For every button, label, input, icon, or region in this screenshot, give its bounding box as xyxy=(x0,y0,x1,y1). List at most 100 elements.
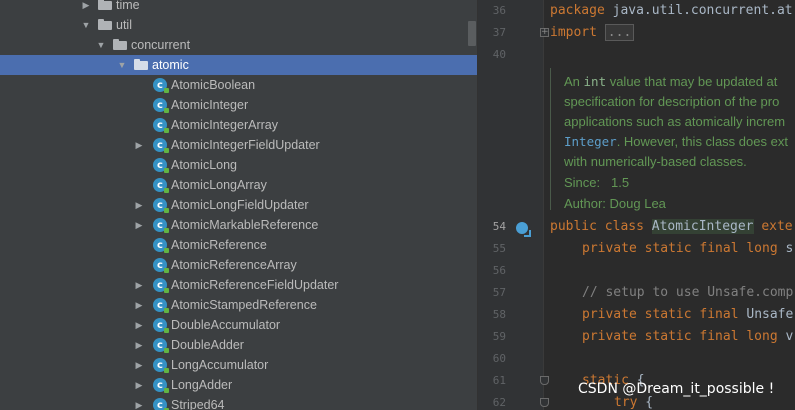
tree-item[interactable]: c AtomicLong xyxy=(0,155,477,175)
tree-item[interactable]: c AtomicBoolean xyxy=(0,75,477,95)
code-line-package: package java.util.concurrent.at xyxy=(550,0,793,22)
tree-item[interactable]: ▶ c AtomicStampedReference xyxy=(0,295,477,315)
tree-item-label: AtomicLongArray xyxy=(171,178,267,192)
identifier: s xyxy=(777,241,794,256)
doc-code: int xyxy=(583,74,607,89)
class-icon: c xyxy=(153,138,169,153)
code-editor[interactable]: 36 37 40 54 55 56 57 58 59 60 61 62 + pa… xyxy=(477,0,795,410)
tree-item[interactable]: c AtomicLongArray xyxy=(0,175,477,195)
tree-item-label: DoubleAccumulator xyxy=(171,318,281,332)
class-icon: c xyxy=(153,118,169,133)
class-icon: c xyxy=(153,278,169,293)
line-number: 54 xyxy=(492,220,506,233)
code-line-field: private static final Unsafe xyxy=(582,304,793,326)
tree-item-label: AtomicStampedReference xyxy=(171,298,317,312)
tree-item[interactable]: ▶ time xyxy=(0,0,477,15)
tree-item-label: Striped64 xyxy=(171,398,225,410)
rendered-javadoc: An int value that may be updated at spec… xyxy=(550,68,795,211)
tree-item[interactable]: ▼ util xyxy=(0,15,477,35)
class-icon: c xyxy=(153,238,169,253)
tree-item-label: AtomicLongFieldUpdater xyxy=(171,198,309,212)
chevron-right-icon[interactable]: ▶ xyxy=(133,395,145,410)
fold-marker-icon[interactable] xyxy=(540,398,549,407)
chevron-down-icon[interactable]: ▼ xyxy=(80,15,92,35)
keyword: import xyxy=(550,25,597,40)
code-line-field: private static final long v xyxy=(582,326,793,348)
chevron-right-icon[interactable]: ▶ xyxy=(133,355,145,375)
fold-marker-icon[interactable] xyxy=(540,376,549,385)
doc-since-value: 1.5 xyxy=(610,175,630,190)
line-number: 62 xyxy=(492,396,506,409)
tree-item-label: concurrent xyxy=(131,38,191,52)
line-number: 56 xyxy=(492,264,506,277)
class-icon: c xyxy=(153,318,169,333)
code-line-comment: // setup to use Unsafe.comp xyxy=(582,285,794,300)
tree-item[interactable]: c AtomicReference xyxy=(0,235,477,255)
tree-scrollbar-thumb[interactable] xyxy=(468,21,476,46)
tree-item[interactable]: ▶ c LongAdder xyxy=(0,375,477,395)
chevron-right-icon[interactable]: ▶ xyxy=(133,195,145,215)
doc-author: Author: Doug Lea xyxy=(564,196,666,211)
tree-item-label: util xyxy=(116,18,132,32)
chevron-right-icon[interactable]: ▶ xyxy=(133,215,145,235)
package-name: java.util.concurrent.at xyxy=(604,3,793,18)
chevron-right-icon[interactable]: ▶ xyxy=(133,375,145,395)
folded-imports[interactable]: ... xyxy=(604,24,635,41)
tree-item[interactable]: ▶ c Striped64 xyxy=(0,395,477,410)
folder-icon xyxy=(113,39,127,50)
keyword: public class xyxy=(550,219,652,234)
class-icon: c xyxy=(153,98,169,113)
line-number: 60 xyxy=(492,352,506,365)
chevron-down-icon[interactable]: ▼ xyxy=(95,35,107,55)
doc-line: applications such as atomically increm xyxy=(564,114,786,129)
class-icon: c xyxy=(153,378,169,393)
tree-item[interactable]: c AtomicInteger xyxy=(0,95,477,115)
implemented-class-icon[interactable] xyxy=(516,222,531,237)
tree-item-label: LongAccumulator xyxy=(171,358,269,372)
watermark: CSDN @Dream_it_possible ! xyxy=(578,381,775,397)
doc-line: An int value that may be updated at xyxy=(564,72,795,92)
keyword: package xyxy=(550,3,605,18)
keyword: private static final long xyxy=(582,329,778,344)
doc-link[interactable]: Integer xyxy=(564,134,617,149)
tree-item-label: AtomicBoolean xyxy=(171,78,256,92)
tree-item-label: AtomicIntegerFieldUpdater xyxy=(171,138,320,152)
chevron-right-icon[interactable]: ▶ xyxy=(133,315,145,335)
tree-item-label: AtomicReferenceArray xyxy=(171,258,297,272)
tree-item[interactable]: ▶ c AtomicReferenceFieldUpdater xyxy=(0,275,477,295)
tree-item[interactable]: ▼ concurrent xyxy=(0,35,477,55)
tree-item[interactable]: ▶ c AtomicIntegerFieldUpdater xyxy=(0,135,477,155)
folder-icon xyxy=(98,0,112,10)
tree-item-label: LongAdder xyxy=(171,378,233,392)
line-number: 40 xyxy=(492,48,506,61)
identifier: Unsafe xyxy=(738,307,794,322)
chevron-right-icon[interactable]: ▶ xyxy=(80,0,92,15)
tree-item[interactable]: ▶ c LongAccumulator xyxy=(0,355,477,375)
tree-item[interactable]: ▶ c AtomicMarkableReference xyxy=(0,215,477,235)
chevron-right-icon[interactable]: ▶ xyxy=(133,135,145,155)
class-icon: c xyxy=(153,158,169,173)
tree-item[interactable]: c AtomicReferenceArray xyxy=(0,255,477,275)
doc-line: Integer. However, this class does ext xyxy=(564,132,795,152)
chevron-right-icon[interactable]: ▶ xyxy=(133,275,145,295)
tree-item[interactable]: ▶ c DoubleAccumulator xyxy=(0,315,477,335)
editor-gutter: 36 37 40 54 55 56 57 58 59 60 61 62 + xyxy=(478,0,549,410)
folder-icon xyxy=(98,19,112,30)
keyword: try xyxy=(614,395,638,410)
doc-text: . However, this class does ext xyxy=(616,134,788,149)
tree-item[interactable]: c AtomicIntegerArray xyxy=(0,115,477,135)
tree-item-label: AtomicMarkableReference xyxy=(171,218,319,232)
tree-item-label: atomic xyxy=(152,58,189,72)
tree-item-label: AtomicLong xyxy=(171,158,238,172)
fold-plus-icon[interactable]: + xyxy=(540,28,549,37)
tree-item[interactable]: ▼ atomic xyxy=(0,55,477,75)
chevron-right-icon[interactable]: ▶ xyxy=(133,335,145,355)
tree-item[interactable]: ▶ c DoubleAdder xyxy=(0,335,477,355)
chevron-right-icon[interactable]: ▶ xyxy=(133,295,145,315)
tree-item[interactable]: ▶ c AtomicLongFieldUpdater xyxy=(0,195,477,215)
class-name[interactable]: AtomicInteger xyxy=(651,219,754,234)
keyword: exte xyxy=(753,219,793,234)
chevron-down-icon[interactable]: ▼ xyxy=(116,55,128,75)
identifier: v xyxy=(777,329,794,344)
tree-item-label: AtomicReference xyxy=(171,238,267,252)
